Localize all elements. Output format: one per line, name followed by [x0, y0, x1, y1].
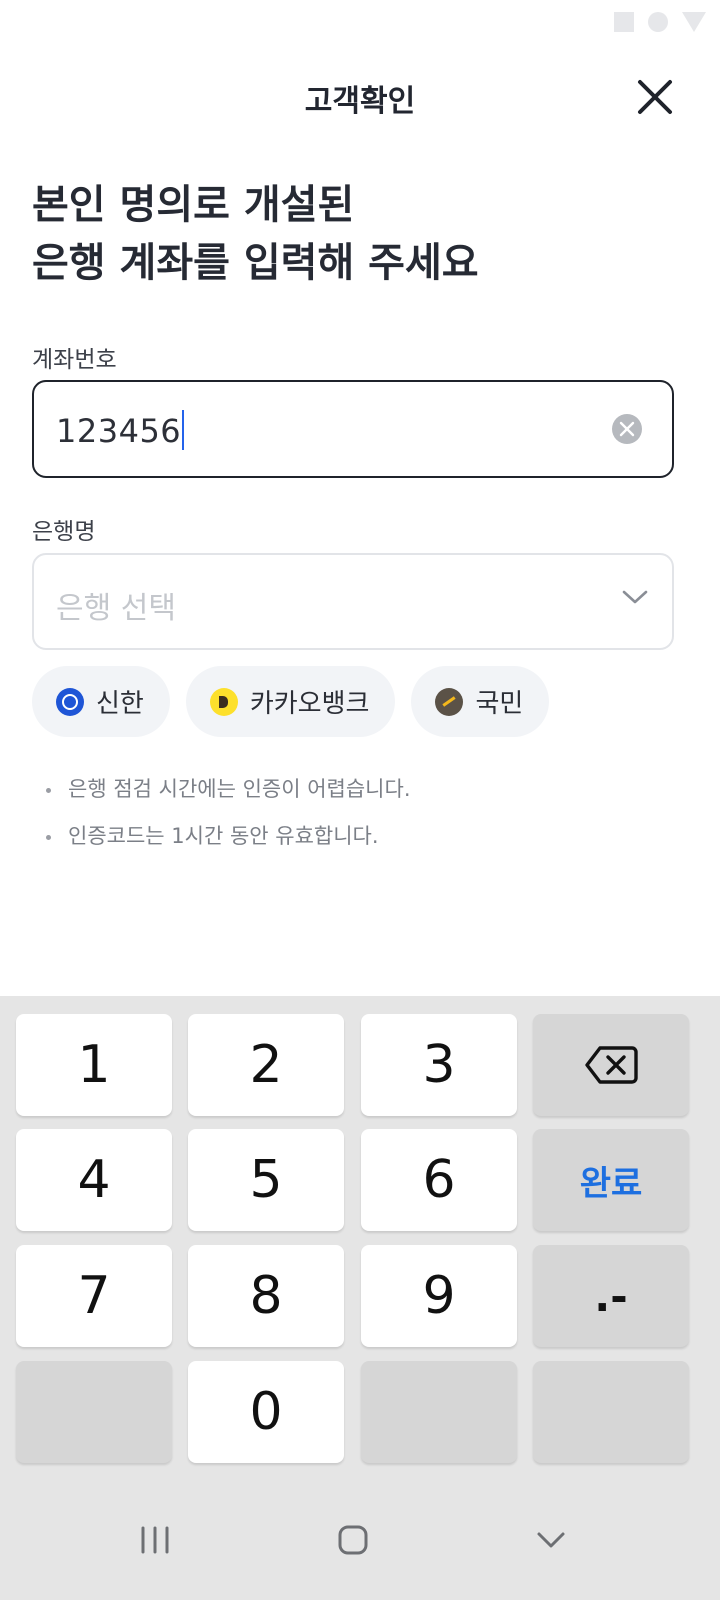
bank-select-dropdown[interactable]: 은행 선택 [32, 553, 674, 650]
recent-apps-icon [141, 1526, 169, 1554]
home-button[interactable] [323, 1514, 383, 1566]
key-6[interactable]: 6 [361, 1129, 517, 1231]
kookmin-logo-icon [435, 687, 464, 716]
info-notes: 은행 점검 시간에는 인증이 어렵습니다. 인증코드는 1시간 동안 유효합니다… [46, 766, 411, 860]
headline-line-2: 은행 계좌를 입력해 주세요 [32, 240, 479, 286]
triangle-status-icon [682, 12, 706, 32]
account-number-field[interactable]: 123456 [32, 380, 674, 478]
note-item: 인증코드는 1시간 동안 유효합니다. [46, 813, 411, 860]
done-key[interactable]: 완료 [533, 1129, 689, 1231]
account-number-value-wrap: 123456 [56, 410, 185, 450]
quick-bank-chips: 신한 카카오뱅크 국민 [32, 666, 550, 737]
account-number-label: 계좌번호 [32, 347, 117, 373]
bank-chip-kakaobank[interactable]: 카카오뱅크 [185, 666, 396, 737]
bank-chip-label: 신한 [96, 689, 144, 719]
headline: 본인 명의로 개설된 은행 계좌를 입력해 주세요 [32, 176, 479, 292]
key-5[interactable]: 5 [188, 1129, 344, 1231]
key-2[interactable]: 2 [188, 1014, 344, 1116]
close-button[interactable] [630, 72, 680, 122]
bank-chip-label: 국민 [475, 689, 524, 719]
chevron-down-icon [622, 590, 648, 604]
clear-icon [619, 421, 635, 437]
close-icon [638, 80, 672, 114]
status-bar-icons [614, 12, 706, 32]
bank-name-label: 은행명 [32, 519, 96, 545]
text-caret [182, 410, 185, 450]
key-1[interactable]: 1 [16, 1014, 172, 1116]
blank-key [16, 1361, 172, 1463]
clear-input-button[interactable] [612, 414, 642, 444]
bank-chip-shinhan[interactable]: 신한 [32, 666, 170, 737]
key-7[interactable]: 7 [16, 1245, 172, 1347]
system-navigation-bar [0, 1480, 720, 1600]
chevron-down-icon [537, 1532, 565, 1548]
note-item: 은행 점검 시간에는 인증이 어렵습니다. [46, 766, 411, 813]
key-9[interactable]: 9 [361, 1245, 517, 1347]
back-button[interactable] [521, 1514, 581, 1566]
kakaobank-logo-icon [209, 687, 238, 716]
page-title: 고객확인 [304, 84, 416, 119]
square-status-icon [614, 12, 634, 32]
recent-apps-button[interactable] [125, 1514, 185, 1566]
shinhan-logo-icon [56, 687, 84, 716]
blank-key [533, 1361, 689, 1463]
key-0[interactable]: 0 [188, 1361, 344, 1463]
backspace-icon [585, 1046, 638, 1084]
key-4[interactable]: 4 [16, 1129, 172, 1231]
key-3[interactable]: 3 [361, 1014, 517, 1116]
key-8[interactable]: 8 [188, 1245, 344, 1347]
bank-chip-label: 카카오뱅크 [249, 689, 370, 719]
home-icon [338, 1525, 368, 1555]
headline-line-1: 본인 명의로 개설된 [32, 182, 355, 228]
bank-select-placeholder: 은행 선택 [56, 591, 176, 626]
account-number-value: 123456 [56, 412, 182, 450]
backspace-key[interactable] [533, 1014, 689, 1116]
header: 고객확인 [0, 64, 720, 128]
circle-status-icon [648, 12, 668, 32]
bank-chip-kookmin[interactable]: 국민 [411, 666, 550, 737]
dot-dash-key[interactable]: .- [533, 1245, 689, 1347]
blank-key [361, 1361, 517, 1463]
